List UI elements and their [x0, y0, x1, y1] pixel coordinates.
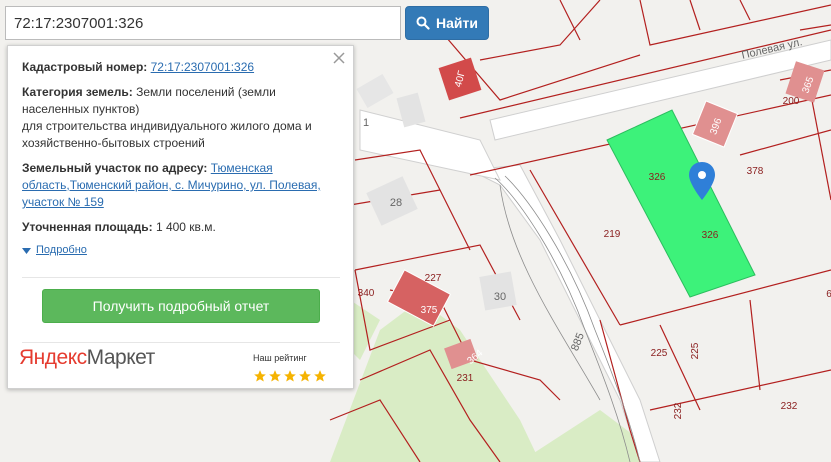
cadastral-label: Кадастровый номер: [22, 60, 148, 74]
parcel-info-popup: Кадастровый номер: 72:17:2307001:326 Кат… [7, 45, 354, 389]
address-row: Земельный участок по адресу: Тюменская о… [22, 160, 337, 211]
search-input[interactable] [5, 6, 401, 40]
svg-text:326: 326 [702, 230, 719, 241]
search-button-label: Найти [436, 15, 478, 31]
more-details-label: Подробно [36, 244, 87, 256]
category-label: Категория земель: [22, 85, 133, 99]
svg-text:231: 231 [457, 373, 474, 384]
svg-text:219: 219 [604, 229, 621, 240]
svg-text:340: 340 [358, 288, 375, 299]
area-label: Уточненная площадь: [22, 220, 153, 234]
svg-text:30: 30 [494, 291, 506, 303]
svg-text:225: 225 [690, 342, 701, 359]
divider [22, 277, 340, 278]
area-value: 1 400 кв.м. [155, 220, 216, 234]
rating-widget: Наш рейтинг [253, 350, 333, 383]
more-details-link[interactable]: Подробно [22, 242, 337, 259]
search-icon [416, 16, 430, 30]
divider [22, 342, 340, 343]
search-button[interactable]: Найти [405, 6, 489, 40]
svg-text:232: 232 [673, 402, 684, 419]
land-purpose: для строительства индивидуального жилого… [22, 119, 312, 150]
logo-market-text: Маркет [86, 346, 156, 369]
svg-text:232: 232 [781, 401, 798, 412]
logo-yandex-text: Яндекс [19, 346, 87, 369]
svg-text:375: 375 [421, 305, 438, 316]
svg-text:378: 378 [747, 166, 764, 177]
star-icon [299, 370, 311, 382]
star-icon [269, 370, 281, 382]
cadastral-number-link[interactable]: 72:17:2307001:326 [151, 60, 254, 74]
svg-text:1: 1 [363, 117, 369, 129]
cadastral-row: Кадастровый номер: 72:17:2307001:326 [22, 59, 337, 76]
svg-text:326: 326 [649, 172, 666, 183]
get-report-label: Получить подробный отчет [92, 297, 270, 314]
area-row: Уточненная площадь: 1 400 кв.м. [22, 219, 337, 236]
svg-text:6: 6 [826, 289, 831, 300]
rating-label: Наш рейтинг [253, 353, 307, 363]
address-label: Земельный участок по адресу: [22, 161, 208, 175]
triangle-down-icon [22, 247, 31, 254]
star-icon [284, 370, 296, 382]
rating-stars [253, 369, 333, 383]
category-row: Категория земель: Земли поселений (земли… [22, 84, 337, 152]
star-icon [314, 370, 326, 382]
star-icon [254, 370, 266, 382]
svg-text:28: 28 [390, 197, 402, 209]
svg-text:200: 200 [783, 96, 800, 107]
yandex-market-logo[interactable]: ЯндексМаркет [19, 346, 156, 369]
svg-text:225: 225 [651, 348, 668, 359]
get-report-button[interactable]: Получить подробный отчет [42, 289, 320, 323]
svg-text:227: 227 [425, 273, 442, 284]
